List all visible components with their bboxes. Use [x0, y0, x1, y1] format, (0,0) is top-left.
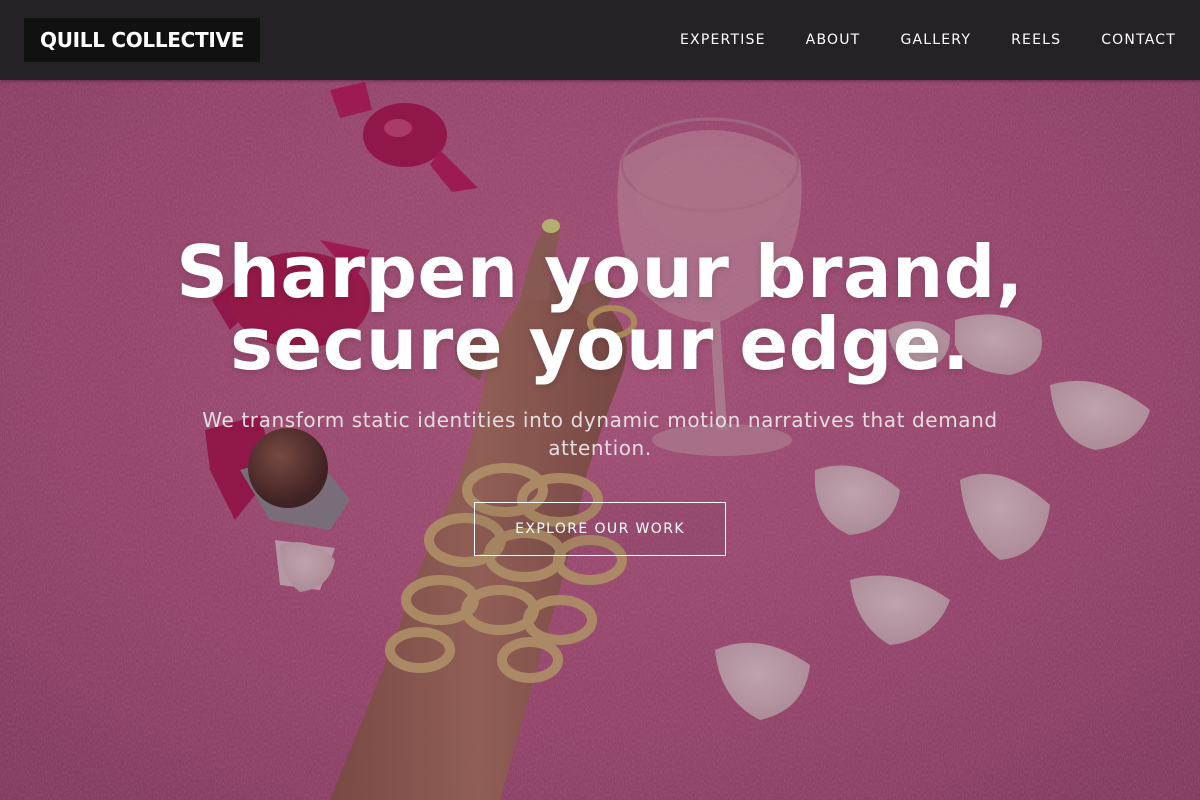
nav-link-expertise[interactable]: EXPERTISE	[680, 32, 766, 48]
hero-title-line-1: Sharpen your brand,	[176, 230, 1024, 314]
hero-section: Sharpen your brand, secure your edge. We…	[150, 236, 1050, 556]
explore-work-button[interactable]: EXPLORE OUR WORK	[474, 502, 726, 556]
nav-link-reels[interactable]: REELS	[1011, 32, 1061, 48]
navbar: QUILL COLLECTIVE EXPERTISE ABOUT GALLERY…	[0, 0, 1200, 80]
main-nav: EXPERTISE ABOUT GALLERY REELS CONTACT	[680, 0, 1176, 80]
page: QUILL COLLECTIVE EXPERTISE ABOUT GALLERY…	[0, 0, 1200, 800]
hero-title: Sharpen your brand, secure your edge.	[150, 236, 1050, 380]
logo[interactable]: QUILL COLLECTIVE	[24, 18, 261, 62]
nav-link-contact[interactable]: CONTACT	[1101, 32, 1176, 48]
hero-subtitle: We transform static identities into dyna…	[202, 408, 998, 460]
hero-title-line-2: secure your edge.	[230, 302, 970, 386]
nav-link-gallery[interactable]: GALLERY	[900, 32, 971, 48]
nav-link-about[interactable]: ABOUT	[806, 32, 861, 48]
